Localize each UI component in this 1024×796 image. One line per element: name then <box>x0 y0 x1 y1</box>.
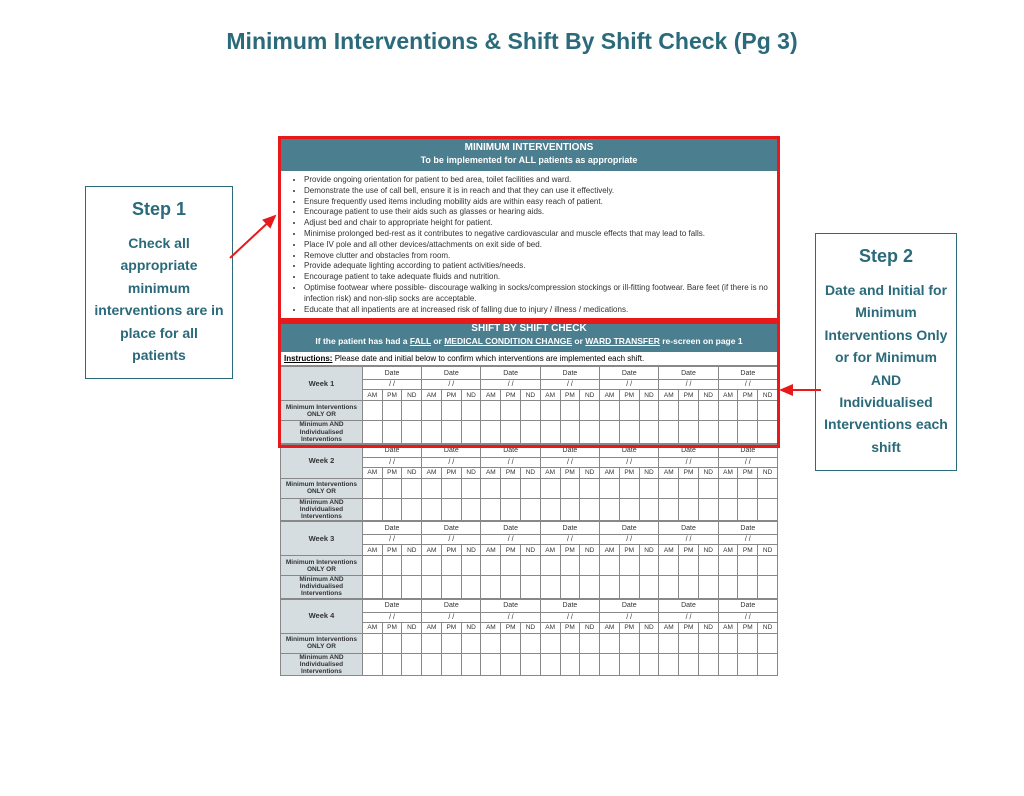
page-title: Minimum Interventions & Shift By Shift C… <box>0 28 1024 55</box>
min-interv-bullet: Encourage patient to use their aids such… <box>304 207 768 218</box>
week-table: Week 1DateDateDateDateDateDateDate/ // /… <box>280 366 778 443</box>
min-interv-bullet: Place IV pole and all other devices/atta… <box>304 240 768 251</box>
min-interv-bullet: Educate that all inpatients are at incre… <box>304 305 768 316</box>
week-table: Week 4DateDateDateDateDateDateDate/ // /… <box>280 599 778 676</box>
min-interv-header: MINIMUM INTERVENTIONS To be implemented … <box>280 138 778 171</box>
min-interv-bullet: Optimise footwear where possible- discou… <box>304 283 768 305</box>
instructions-label: Instructions: <box>284 354 332 363</box>
step2-body: Date and Initial for Minimum Interventio… <box>824 279 948 458</box>
arrow2-icon <box>776 380 826 400</box>
min-interv-bullets: Provide ongoing orientation for patient … <box>280 171 778 319</box>
step1-title: Step 1 <box>94 199 224 220</box>
min-interv-bullet: Encourage patient to take adequate fluid… <box>304 272 768 283</box>
min-interv-bullet: Provide adequate lighting according to p… <box>304 261 768 272</box>
instructions-text: Please date and initial below to confirm… <box>335 354 645 363</box>
step2-title: Step 2 <box>824 246 948 267</box>
min-interv-bullet: Minimise prolonged bed-rest as it contri… <box>304 229 768 240</box>
min-interv-subheading: To be implemented for ALL patients as ap… <box>421 155 638 165</box>
min-interv-heading: MINIMUM INTERVENTIONS <box>465 142 594 153</box>
step1-body: Check all appropriate minimum interventi… <box>94 232 224 366</box>
weeks-container: Week 1DateDateDateDateDateDateDate/ // /… <box>280 366 778 676</box>
min-interv-bullet: Ensure frequently used items including m… <box>304 197 768 208</box>
min-interv-bullet: Demonstrate the use of call bell, ensure… <box>304 186 768 197</box>
instructions-row: Instructions: Please date and initial be… <box>280 352 778 366</box>
min-interv-bullet: Provide ongoing orientation for patient … <box>304 175 768 186</box>
step1-box: Step 1 Check all appropriate minimum int… <box>85 186 233 379</box>
week-table: Week 2DateDateDateDateDateDateDate/ // /… <box>280 444 778 521</box>
shift-check-subheading: If the patient has had a FALL or MEDICAL… <box>315 336 742 346</box>
shift-check-header: SHIFT BY SHIFT CHECK If the patient has … <box>280 319 778 352</box>
min-interv-bullet: Adjust bed and chair to appropriate heig… <box>304 218 768 229</box>
shift-check-heading: SHIFT BY SHIFT CHECK <box>471 323 586 334</box>
week-table: Week 3DateDateDateDateDateDateDate/ // /… <box>280 521 778 598</box>
arrow1-icon <box>225 208 285 268</box>
step2-box: Step 2 Date and Initial for Minimum Inte… <box>815 233 957 471</box>
min-interv-bullet: Remove clutter and obstacles from room. <box>304 251 768 262</box>
form-document: MINIMUM INTERVENTIONS To be implemented … <box>280 138 778 676</box>
